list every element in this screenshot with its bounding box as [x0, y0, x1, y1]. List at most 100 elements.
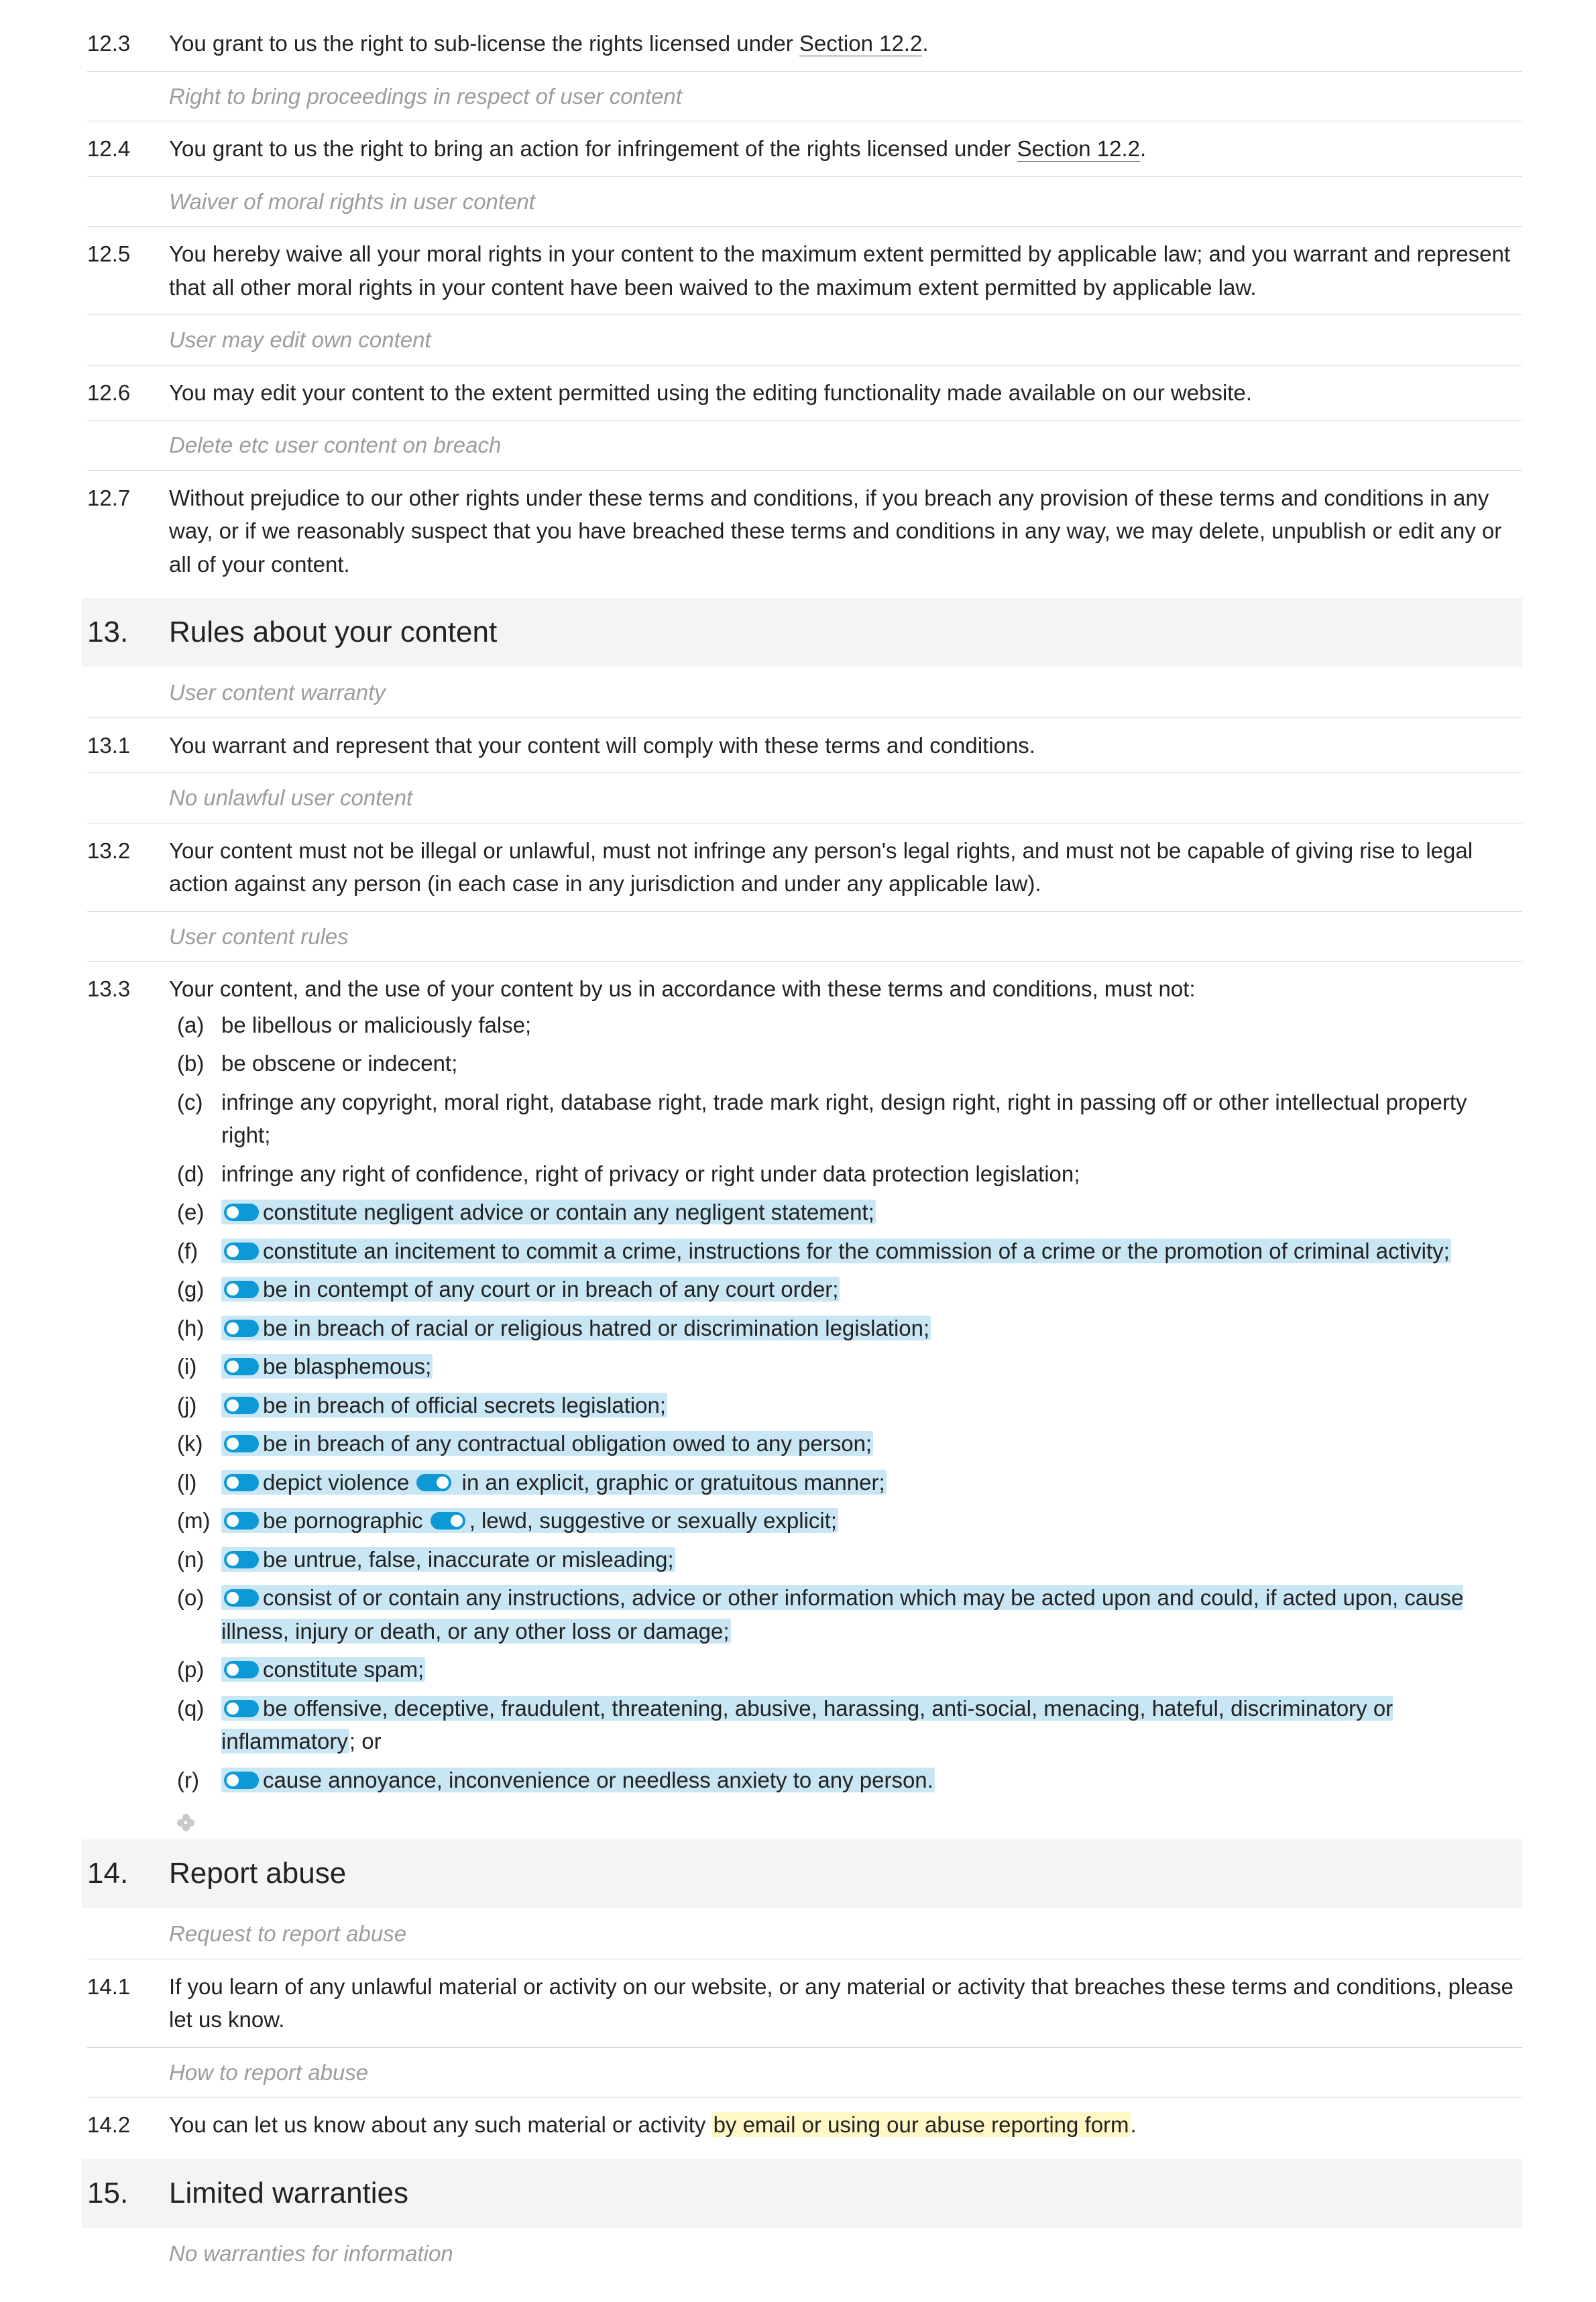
option-toggle[interactable] [224, 1435, 259, 1452]
section-13-header: 13. Rules about your content [82, 598, 1522, 667]
note-text: How to report abuse [169, 2056, 1522, 2089]
clause-text-part: You grant to us the right to bring an ac… [169, 136, 1017, 161]
clause-note: Waiver of moral rights in user content [87, 176, 1522, 227]
item-marker: (j) [177, 1389, 221, 1422]
item-text: depict violence in an explicit, graphic … [221, 1466, 1522, 1499]
option-toggle[interactable] [224, 1204, 259, 1221]
item-marker: (r) [177, 1764, 221, 1797]
item-text: be offensive, deceptive, fraudulent, thr… [221, 1692, 1522, 1758]
option-toggle[interactable] [224, 1589, 259, 1607]
list-item: (r) cause annoyance, inconvenience or nee… [177, 1761, 1522, 1800]
list-item: (d)infringe any right of confidence, rig… [177, 1155, 1522, 1194]
option-toggle[interactable] [431, 1512, 465, 1530]
clause-number: 13.2 [87, 834, 169, 868]
option-toggle[interactable] [224, 1661, 259, 1678]
list-item: (e)constitute negligent advice or contai… [177, 1193, 1522, 1232]
list-item: (c)infringe any copyright, moral right, … [177, 1083, 1522, 1155]
clause-text: You warrant and represent that your cont… [169, 729, 1522, 762]
clause-note: User content rules [87, 911, 1522, 962]
option-toggle[interactable] [224, 1512, 259, 1530]
item-inner-text: cause annoyance, inconvenience or needle… [263, 1768, 933, 1792]
note-text: User content warranty [169, 676, 1522, 709]
item-text: consist of or contain any instructions, … [221, 1581, 1522, 1648]
clause-number: 14.2 [87, 2108, 169, 2142]
editable-placeholder[interactable]: by email or using our abuse reporting fo… [712, 2112, 1131, 2137]
item-marker: (h) [177, 1312, 221, 1345]
option-toggle[interactable] [224, 1243, 259, 1260]
list-item: (k)be in breach of any contractual oblig… [177, 1424, 1522, 1463]
item-inner-text: be pornographic [263, 1508, 429, 1533]
note-text: User content rules [169, 920, 1522, 954]
list-item: (n)be untrue, false, inaccurate or misle… [177, 1540, 1522, 1579]
option-toggle[interactable] [224, 1358, 259, 1375]
option-toggle[interactable] [224, 1772, 259, 1789]
option-toggle[interactable] [224, 1281, 259, 1298]
note-text: No warranties for information [169, 2237, 1522, 2270]
item-text: be libellous or maliciously false; [221, 1009, 1522, 1042]
section-title: Limited warranties [169, 2171, 1522, 2215]
content-rules-list: (a)be libellous or maliciously false; (b… [169, 1006, 1522, 1800]
clause-number: 12.7 [87, 481, 169, 515]
item-inner-text: constitute spam; [263, 1657, 424, 1682]
clause-text: You may edit your content to the extent … [169, 376, 1522, 410]
item-inner-text: ; or [349, 1729, 382, 1753]
clause-13-3: 13.3 Your content, and the use of your c… [87, 966, 1522, 1831]
clause-text-part: You can let us know about any such mater… [169, 2112, 712, 2137]
item-text: be pornographic , lewd, suggestive or se… [221, 1504, 1522, 1538]
clause-text-part: . [922, 31, 928, 56]
section-15-header: 15. Limited warranties [82, 2159, 1522, 2228]
list-item: (i)be blasphemous; [177, 1347, 1522, 1386]
item-inner-text: , lewd, suggestive or sexually explicit; [469, 1508, 837, 1533]
clause-text-part: . [1140, 136, 1146, 161]
item-text: be in contempt of any court or in breach… [221, 1273, 1522, 1306]
item-marker: (g) [177, 1273, 221, 1306]
list-item: (q)be offensive, deceptive, fraudulent, … [177, 1689, 1522, 1761]
option-toggle[interactable] [224, 1551, 259, 1568]
clause-number: 12.6 [87, 376, 169, 410]
list-item: (a)be libellous or maliciously false; [177, 1006, 1522, 1045]
option-toggle[interactable] [224, 1397, 259, 1414]
clause-13-2: 13.2 Your content must not be illegal or… [87, 827, 1522, 910]
item-text: be untrue, false, inaccurate or misleadi… [221, 1543, 1522, 1576]
clause-12-3: 12.3 You grant to us the right to sub-li… [87, 20, 1522, 70]
item-text: cause annoyance, inconvenience or needle… [221, 1764, 1522, 1797]
item-inner-text: be offensive, deceptive, fraudulent, thr… [221, 1696, 1393, 1754]
note-text: User may edit own content [169, 323, 1522, 357]
list-item: (o)consist of or contain any instruction… [177, 1578, 1522, 1650]
item-text: be in breach of official secrets legisla… [221, 1389, 1522, 1422]
section-number: 13. [87, 610, 169, 654]
clause-number: 12.3 [87, 27, 169, 60]
section-14-header: 14. Report abuse [82, 1839, 1522, 1908]
note-text: Right to bring proceedings in respect of… [169, 80, 1522, 113]
item-marker: (a) [177, 1009, 221, 1042]
clause-13-1: 13.1 You warrant and represent that your… [87, 722, 1522, 772]
item-text: be obscene or indecent; [221, 1047, 1522, 1080]
section-reference-link[interactable]: Section 12.2 [799, 31, 922, 56]
option-toggle[interactable] [224, 1320, 259, 1337]
clause-note: No warranties for information [87, 2229, 1522, 2279]
item-inner-text: be in breach of official secrets legisla… [263, 1393, 666, 1418]
clause-text: You hereby waive all your moral rights i… [169, 237, 1522, 304]
list-item: (f)constitute an incitement to commit a … [177, 1232, 1522, 1271]
clause-note: Delete etc user content on breach [87, 420, 1522, 471]
clause-text: Without prejudice to our other rights un… [169, 481, 1522, 581]
item-text: be in breach of racial or religious hatr… [221, 1312, 1522, 1345]
clause-text-part: . [1131, 2112, 1137, 2137]
clause-text: You grant to us the right to sub-license… [169, 27, 1522, 60]
section-reference-link[interactable]: Section 12.2 [1017, 136, 1140, 162]
section-title: Report abuse [169, 1851, 1522, 1896]
item-inner-text: in an explicit, graphic or gratuitous ma… [455, 1470, 885, 1495]
note-text: Delete etc user content on breach [169, 428, 1522, 462]
option-toggle[interactable] [416, 1474, 451, 1491]
clause-12-5: 12.5 You hereby waive all your moral rig… [87, 231, 1522, 313]
clause-intro: Your content, and the use of your conten… [169, 972, 1522, 1006]
item-marker: (d) [177, 1157, 221, 1191]
option-toggle[interactable] [224, 1474, 259, 1491]
clause-14-1: 14.1 If you learn of any unlawful materi… [87, 1963, 1522, 2046]
clause-text: You grant to us the right to bring an ac… [169, 132, 1522, 166]
clause-body: Your content, and the use of your conten… [169, 972, 1522, 1831]
item-inner-text: depict violence [263, 1470, 415, 1495]
add-item-icon[interactable] [177, 1814, 194, 1831]
item-text: infringe any right of confidence, right … [221, 1157, 1522, 1191]
option-toggle[interactable] [224, 1700, 259, 1717]
